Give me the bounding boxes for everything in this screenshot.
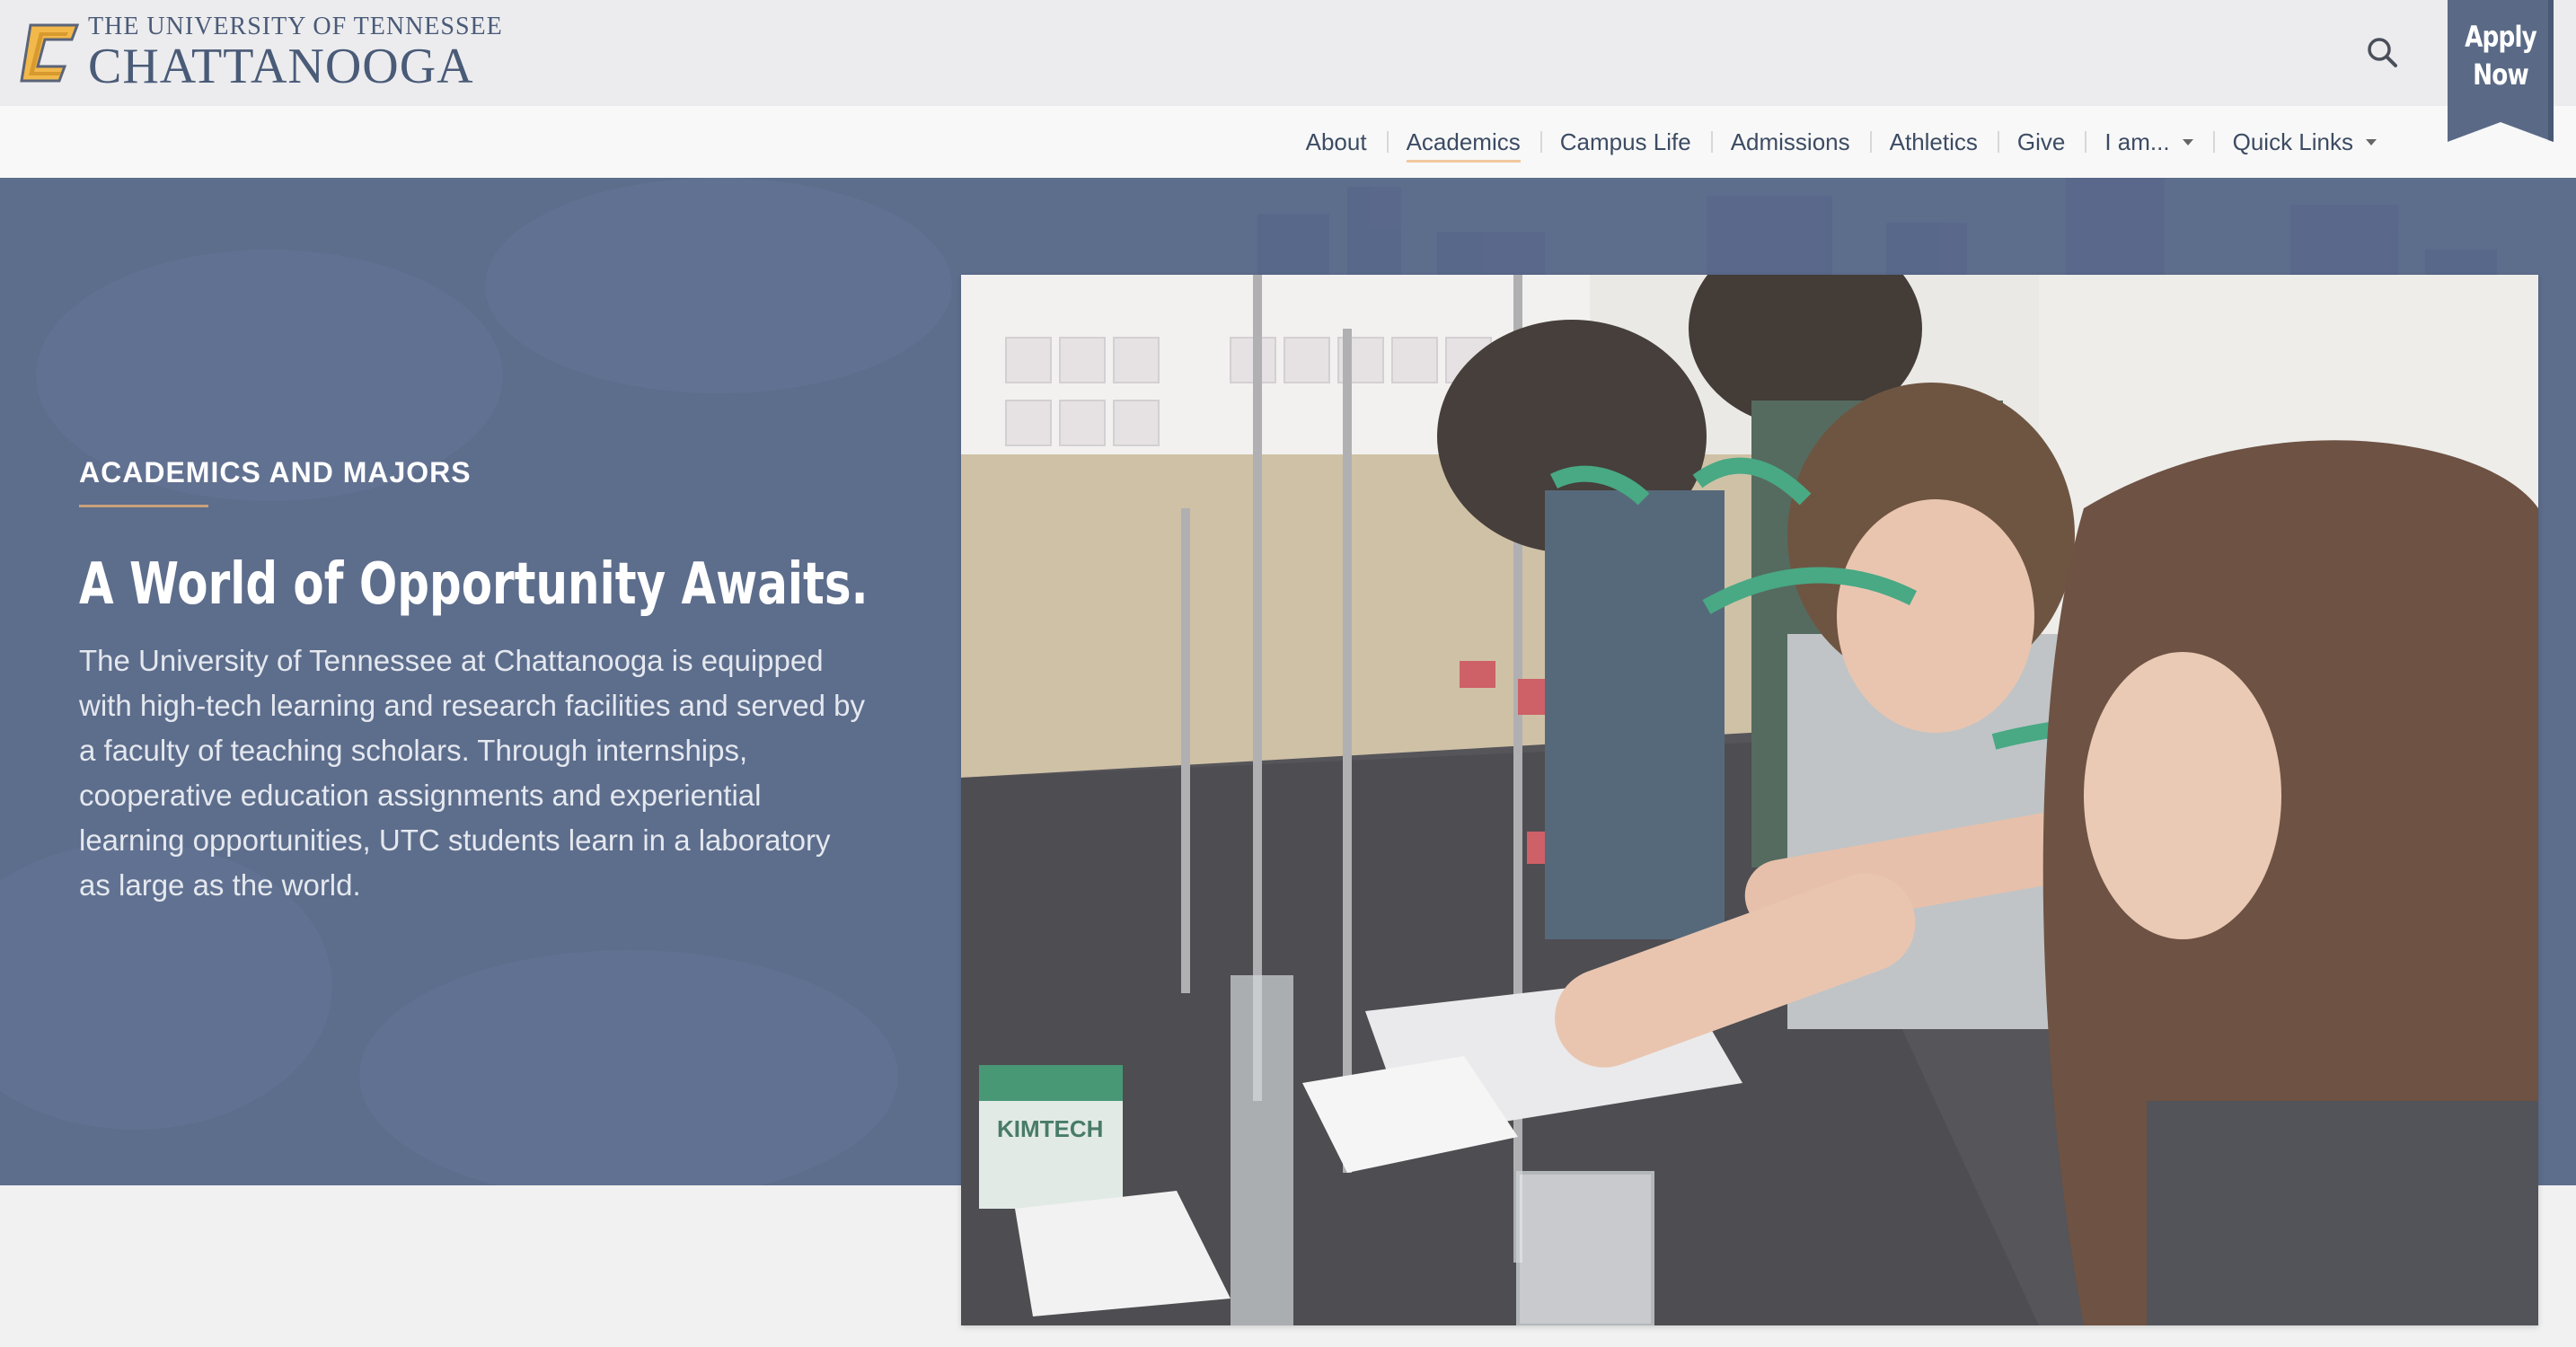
hero-headline: A World of Opportunity Awaits. bbox=[79, 551, 869, 618]
nav-i-am-label: I am... bbox=[2104, 128, 2170, 155]
nav-campus-life[interactable]: Campus Life bbox=[1539, 124, 1711, 160]
nav-academics-label: Academics bbox=[1406, 128, 1521, 163]
logo-line1: THE UNIVERSITY OF TENNESSEE bbox=[88, 13, 503, 40]
hero-text-block: ACADEMICS AND MAJORS A World of Opportun… bbox=[79, 454, 887, 908]
nav-quick-links-label: Quick Links bbox=[2232, 128, 2353, 155]
nav-give[interactable]: Give bbox=[1997, 124, 2085, 160]
nav-admissions[interactable]: Admissions bbox=[1710, 124, 1870, 160]
apply-now-label: Apply Now bbox=[2457, 18, 2545, 93]
chevron-down-icon bbox=[2182, 138, 2193, 145]
chevron-down-icon bbox=[2366, 138, 2377, 145]
nav-quick-links-dropdown[interactable]: Quick Links bbox=[2212, 124, 2396, 160]
nav-athletics[interactable]: Athletics bbox=[1869, 124, 1998, 160]
utc-c-logo-icon bbox=[18, 23, 80, 83]
eyebrow-divider bbox=[79, 505, 208, 507]
nav-academics[interactable]: Academics bbox=[1386, 124, 1540, 163]
main-nav: About Academics Campus Life Admissions A… bbox=[1286, 106, 2396, 178]
university-logo[interactable]: THE UNIVERSITY OF TENNESSEE CHATTANOOGA bbox=[18, 14, 503, 92]
nav-campus-life-label: Campus Life bbox=[1559, 128, 1691, 155]
main-nav-bar: About Academics Campus Life Admissions A… bbox=[0, 106, 2576, 179]
nav-athletics-label: Athletics bbox=[1889, 128, 1978, 155]
apply-now-button[interactable]: Apply Now bbox=[2448, 0, 2554, 144]
nav-i-am-dropdown[interactable]: I am... bbox=[2085, 124, 2212, 160]
section-eyebrow: ACADEMICS AND MAJORS bbox=[79, 456, 472, 489]
nav-about-label: About bbox=[1305, 128, 1367, 155]
apply-line1: Apply bbox=[2465, 20, 2537, 54]
apply-line2: Now bbox=[2473, 57, 2529, 92]
nav-about[interactable]: About bbox=[1286, 124, 1387, 160]
site-header: THE UNIVERSITY OF TENNESSEE CHATTANOOGA bbox=[0, 0, 2576, 106]
search-button[interactable] bbox=[2362, 32, 2404, 74]
logo-line2: CHATTANOOGA bbox=[88, 39, 474, 94]
search-icon bbox=[2368, 38, 2397, 67]
nav-admissions-label: Admissions bbox=[1730, 128, 1850, 155]
hero-body-text: The University of Tennessee at Chattanoo… bbox=[79, 644, 865, 902]
hero-photo-lab-students: KIMTECH bbox=[961, 275, 2538, 1325]
nav-give-label: Give bbox=[2016, 128, 2066, 155]
